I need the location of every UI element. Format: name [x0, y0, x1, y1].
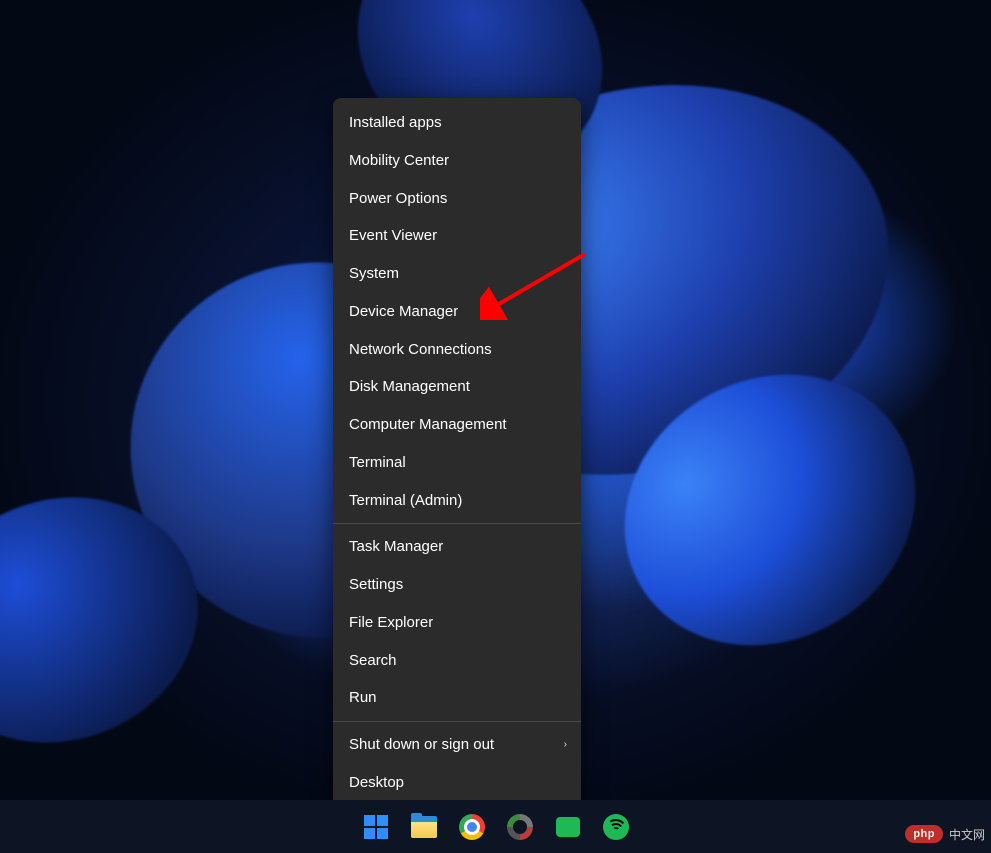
- file-explorer-icon[interactable]: [404, 807, 444, 847]
- menu-shutdown[interactable]: Shut down or sign out ›: [333, 726, 581, 764]
- menu-separator: [333, 721, 581, 722]
- menu-terminal-admin[interactable]: Terminal (Admin): [333, 482, 581, 520]
- menu-separator: [333, 523, 581, 524]
- menu-item-label: Shut down or sign out: [349, 736, 494, 753]
- menu-computer-management[interactable]: Computer Management: [333, 406, 581, 444]
- menu-item-label: Terminal: [349, 454, 406, 471]
- menu-item-label: Event Viewer: [349, 227, 437, 244]
- menu-item-label: Run: [349, 689, 377, 706]
- menu-system[interactable]: System: [333, 255, 581, 293]
- menu-desktop[interactable]: Desktop: [333, 764, 581, 802]
- menu-item-label: Terminal (Admin): [349, 492, 462, 509]
- menu-settings[interactable]: Settings: [333, 566, 581, 604]
- circle-app-icon[interactable]: [500, 807, 540, 847]
- menu-run[interactable]: Run: [333, 679, 581, 717]
- menu-mobility-center[interactable]: Mobility Center: [333, 142, 581, 180]
- menu-network-connections[interactable]: Network Connections: [333, 331, 581, 369]
- chat-app-icon[interactable]: [548, 807, 588, 847]
- speech-bubble-icon: [556, 817, 580, 837]
- watermark-text: 中文网: [949, 826, 985, 843]
- menu-item-label: Desktop: [349, 774, 404, 791]
- menu-event-viewer[interactable]: Event Viewer: [333, 217, 581, 255]
- winx-context-menu: Installed apps Mobility Center Power Opt…: [333, 98, 581, 808]
- menu-task-manager[interactable]: Task Manager: [333, 528, 581, 566]
- watermark-badge: php: [905, 825, 943, 843]
- menu-item-label: File Explorer: [349, 614, 433, 631]
- menu-item-label: Task Manager: [349, 538, 443, 555]
- chevron-right-icon: ›: [564, 738, 567, 753]
- taskbar: [0, 800, 991, 853]
- menu-device-manager[interactable]: Device Manager: [333, 293, 581, 331]
- spotify-logo-icon: [603, 814, 629, 840]
- menu-item-label: Settings: [349, 576, 403, 593]
- start-icon[interactable]: [356, 807, 396, 847]
- menu-item-label: System: [349, 265, 399, 282]
- menu-item-label: Mobility Center: [349, 152, 449, 169]
- menu-item-label: Device Manager: [349, 303, 458, 320]
- spotify-icon[interactable]: [596, 807, 636, 847]
- chrome-logo-icon: [459, 814, 485, 840]
- menu-item-label: Power Options: [349, 190, 447, 207]
- menu-item-label: Search: [349, 652, 397, 669]
- menu-item-label: Network Connections: [349, 341, 492, 358]
- menu-disk-management[interactable]: Disk Management: [333, 368, 581, 406]
- windows-logo-icon: [364, 815, 388, 839]
- menu-power-options[interactable]: Power Options: [333, 180, 581, 218]
- menu-installed-apps[interactable]: Installed apps: [333, 104, 581, 142]
- watermark: php 中文网: [905, 825, 985, 843]
- menu-search[interactable]: Search: [333, 642, 581, 680]
- chrome-icon[interactable]: [452, 807, 492, 847]
- ring-chart-icon: [507, 814, 533, 840]
- menu-item-label: Installed apps: [349, 114, 442, 131]
- folder-icon: [411, 816, 437, 838]
- menu-item-label: Disk Management: [349, 378, 470, 395]
- menu-terminal[interactable]: Terminal: [333, 444, 581, 482]
- menu-file-explorer[interactable]: File Explorer: [333, 604, 581, 642]
- menu-item-label: Computer Management: [349, 416, 507, 433]
